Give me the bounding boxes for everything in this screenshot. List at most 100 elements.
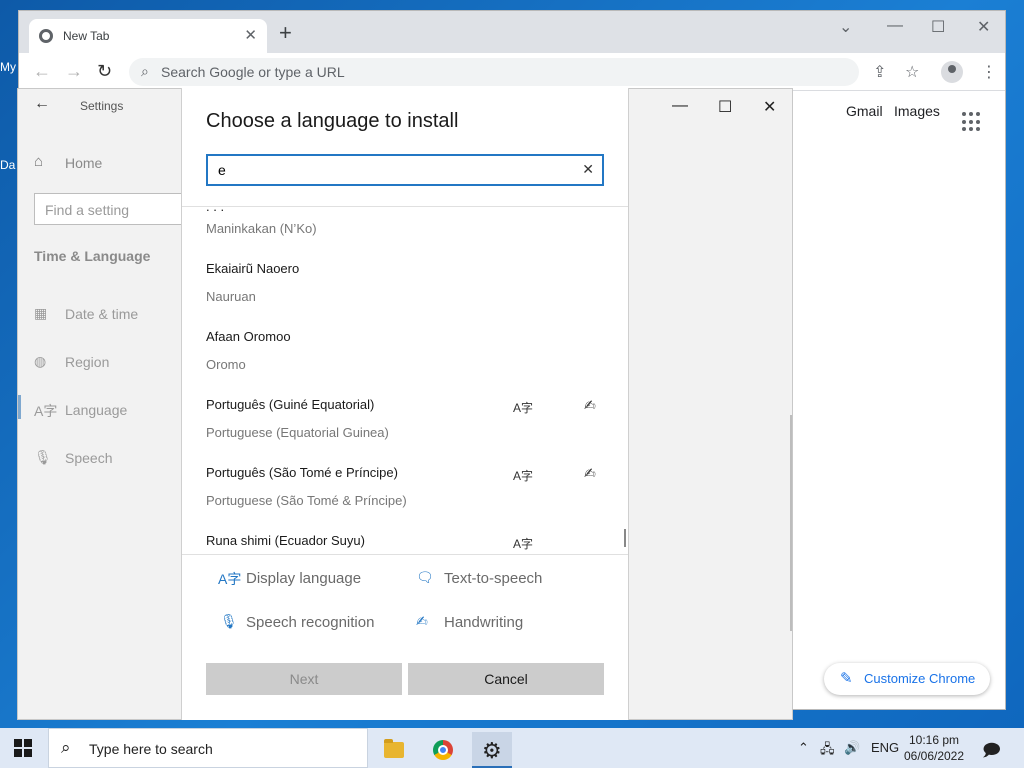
find-setting-input[interactable]: Find a setting (34, 193, 184, 225)
minimize-button[interactable]: — (887, 17, 903, 35)
language-native-name: Afaan Oromoo (206, 329, 291, 344)
microphone-icon: 🎙 (220, 613, 238, 629)
section-title: Time & Language (34, 248, 151, 264)
search-icon: ⌕ (141, 63, 149, 79)
file-explorer-button[interactable] (374, 732, 414, 768)
system-clock[interactable]: 10:16 pm 06/06/2022 (898, 732, 970, 764)
dialog-title: Choose a language to install (206, 110, 459, 132)
feature-handwriting: Handwriting (444, 614, 524, 631)
volume-icon[interactable]: 🔊 (844, 740, 860, 756)
language-dialog: Choose a language to install ✕ . . . Man… (181, 88, 629, 720)
language-english-name: Portuguese (Equatorial Guinea) (206, 425, 389, 440)
settings-taskbar-button[interactable]: ⚙ (472, 732, 512, 768)
gear-icon: ⚙ (482, 738, 502, 763)
chrome-tab-bar: New Tab ✕ + ⌄ — ☐ ✕ (19, 11, 1005, 53)
settings-scrollbar[interactable] (790, 415, 792, 631)
bookmark-star-icon[interactable]: ☆ (905, 62, 919, 82)
close-tab-icon[interactable]: ✕ (244, 26, 257, 44)
language-search-box[interactable]: ✕ (206, 154, 604, 186)
desktop-icon-label[interactable]: Da (0, 158, 15, 172)
new-tab-button[interactable]: + (279, 22, 292, 44)
settings-minimize-button[interactable]: — (672, 97, 688, 115)
handwriting-icon: ✍ (416, 613, 428, 629)
taskbar-search-text: Type here to search (89, 741, 213, 757)
handwriting-icon: ✍ (584, 465, 596, 481)
chrome-tab[interactable]: New Tab ✕ (29, 19, 267, 53)
network-icon[interactable]: 🖧 (820, 740, 835, 762)
feature-text-to-speech: Text-to-speech (444, 570, 543, 587)
language-native-name: Ekaiairũ Naoero (206, 261, 300, 276)
settings-maximize-button[interactable]: ☐ (718, 97, 732, 117)
language-english-name: Maninkakan (N’Ko) (206, 221, 317, 236)
folder-icon (384, 739, 404, 758)
language-english-name: Portuguese (São Tomé & Príncipe) (206, 493, 407, 508)
next-button[interactable]: Next (206, 663, 402, 695)
chrome-favicon-icon (39, 29, 53, 43)
menu-kebab-icon[interactable]: ⋮ (981, 62, 997, 82)
back-icon[interactable]: ← (33, 61, 51, 82)
display-language-icon: A字 (513, 469, 534, 483)
tab-title: New Tab (63, 29, 110, 43)
customize-chrome-button[interactable]: ✎ Customize Chrome (824, 663, 990, 695)
find-setting-placeholder: Find a setting (45, 202, 130, 218)
clear-search-icon[interactable]: ✕ (582, 161, 594, 178)
list-item[interactable]: Ekaiairũ Naoero Nauruan (206, 261, 606, 325)
clock-time: 10:16 pm (908, 733, 960, 747)
google-apps-icon[interactable] (962, 112, 982, 132)
chrome-taskbar-button[interactable] (423, 732, 463, 768)
taskbar-search-box[interactable]: ⌕ Type here to search (48, 728, 368, 768)
display-language-icon: A字 (513, 401, 534, 415)
nav-date-time[interactable]: Date & time (65, 306, 138, 322)
close-window-button[interactable]: ✕ (977, 17, 990, 37)
language-native-name: Português (Guiné Equatorial) (206, 397, 375, 412)
gmail-link[interactable]: Gmail (846, 103, 883, 119)
nav-speech[interactable]: Speech (65, 450, 112, 466)
chrome-icon (433, 740, 453, 760)
cancel-button[interactable]: Cancel (408, 663, 604, 695)
forward-icon[interactable]: → (65, 61, 83, 82)
maximize-button[interactable]: ☐ (931, 17, 945, 37)
language-list[interactable]: . . . Maninkakan (N’Ko) Ekaiairũ Naoero … (182, 206, 628, 554)
feature-legend: A字 Display language 🗨 Text-to-speech 🎙 S… (182, 554, 628, 654)
omnibox[interactable]: ⌕ Search Google or type a URL (129, 58, 859, 86)
settings-title: Settings (80, 99, 124, 113)
clock-date: 06/06/2022 (903, 749, 965, 763)
partial-list-item: . . . (206, 206, 225, 214)
home-icon: ⌂ (34, 153, 44, 170)
back-arrow-icon[interactable]: ← (34, 95, 50, 113)
search-icon: ⌕ (61, 738, 71, 757)
feature-display-language: Display language (246, 570, 362, 587)
list-item[interactable]: Português (São Tomé e Príncipe) Portugue… (206, 465, 606, 529)
chevron-up-icon[interactable]: ⌃ (798, 740, 809, 756)
language-search-input[interactable] (218, 161, 558, 179)
images-link[interactable]: Images (894, 103, 940, 119)
list-scrollbar[interactable] (624, 529, 626, 547)
omnibox-placeholder: Search Google or type a URL (161, 64, 345, 80)
taskbar: ⌕ Type here to search ⚙ ⌃ 🖧 🔊 ENG 10:16 … (0, 728, 1024, 768)
notification-icon[interactable]: 🗩 (982, 738, 1001, 767)
customize-label: Customize Chrome (864, 671, 976, 686)
tab-search-icon[interactable]: ⌄ (839, 17, 852, 37)
nav-language[interactable]: Language (65, 402, 127, 418)
nav-home[interactable]: Home (65, 155, 102, 171)
share-icon[interactable]: ⇪ (873, 62, 886, 82)
microphone-icon: 🎙 (34, 449, 52, 465)
feature-speech-recognition: Speech recognition (246, 614, 375, 631)
profile-avatar[interactable] (941, 61, 963, 83)
reload-icon[interactable]: ↻ (97, 61, 112, 82)
handwriting-icon: ✍ (584, 397, 596, 413)
input-language[interactable]: ENG (871, 740, 899, 755)
language-native-name: Runa shimi (Ecuador Suyu) (206, 533, 365, 548)
settings-close-button[interactable]: ✕ (763, 97, 776, 117)
language-icon: A字 (34, 403, 58, 419)
list-item[interactable]: Português (Guiné Equatorial) Portuguese … (206, 397, 606, 461)
language-english-name: Nauruan (206, 289, 256, 304)
desktop-icon-label[interactable]: My (0, 60, 16, 74)
language-native-name: Português (São Tomé e Príncipe) (206, 465, 398, 480)
text-to-speech-icon: 🗨 (416, 569, 434, 585)
list-item[interactable]: Runa shimi (Ecuador Suyu) A字 (206, 533, 606, 554)
nav-region[interactable]: Region (65, 354, 109, 370)
windows-start-icon[interactable] (14, 739, 32, 757)
active-nav-indicator (18, 395, 21, 419)
list-item[interactable]: Afaan Oromoo Oromo (206, 329, 606, 393)
